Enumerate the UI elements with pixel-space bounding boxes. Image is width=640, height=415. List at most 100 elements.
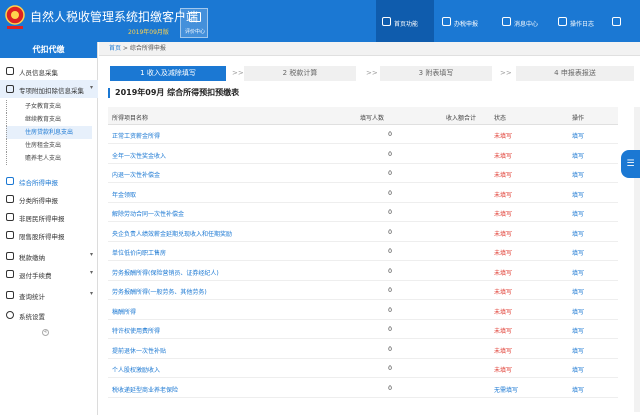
row-fill-link[interactable]: 填写 (572, 385, 584, 394)
nav-messages-label: 消息中心 (514, 21, 539, 28)
table-row: 特许权使用费所得 0 未填写 填写 (108, 320, 618, 339)
row-item-link[interactable]: 提前退休一次性补贴 (112, 346, 166, 355)
sidebar-item-personnel[interactable]: 人员信息采集 (0, 62, 98, 80)
nav-help[interactable] (606, 0, 640, 42)
sidebar-item-label: 系统设置 (19, 313, 45, 321)
row-status: 未填写 (494, 133, 513, 140)
row-count: 0 (388, 267, 392, 275)
sidebar-sub-children-education[interactable]: 子女教育支出 (6, 100, 92, 113)
row-count: 0 (388, 131, 392, 138)
sidebar-sub-elderly-support[interactable]: 赡养老人支出 (6, 152, 92, 165)
chevron-down-icon: ▾ (89, 251, 93, 258)
row-item-link[interactable]: 内退一次性补偿金 (112, 170, 160, 179)
row-status: 未填写 (494, 230, 513, 238)
table-row: 稿酬所得 0 未填写 填写 (108, 301, 618, 320)
sidebar-item-label: 税款缴纳 (19, 254, 45, 262)
stock-icon (6, 231, 14, 239)
app-title: 自然人税收管理系统扣缴客户端 (30, 10, 199, 24)
step-tax-calculation[interactable]: 2 税款计算 (244, 66, 356, 81)
row-fill-link[interactable]: 填写 (572, 151, 584, 160)
nav-log-label: 操作日志 (570, 21, 595, 28)
row-fill-link[interactable]: 填写 (572, 209, 584, 218)
table-row: 年金领取 0 未填写 填写 (108, 184, 618, 203)
monitor-icon (189, 12, 201, 22)
nav-messages[interactable]: 消息中心 (496, 0, 554, 42)
nav-declare-label: 办税申报 (454, 21, 479, 28)
breadcrumb: 首页 > 综合所得申报 (99, 42, 640, 56)
row-count: 0 (388, 365, 392, 372)
form-icon (6, 85, 14, 93)
row-count: 0 (388, 189, 392, 197)
row-fill-link[interactable]: 填写 (572, 346, 584, 355)
row-fill-link[interactable]: 填写 (572, 365, 584, 374)
row-item-link[interactable]: 劳务报酬所得(一般劳务、其他劳务) (112, 287, 207, 296)
nav-home-label: 首页功能 (394, 21, 419, 28)
row-count: 0 (388, 287, 392, 294)
table-row: 劳务报酬所得(保险营销员、证券经纪人) 0 未填写 填写 (108, 262, 618, 281)
row-item-link[interactable]: 央企负责人绩效薪金延期兑现收入和任期奖励 (112, 229, 232, 238)
row-fill-link[interactable]: 填写 (572, 190, 584, 199)
row-fill-link[interactable]: 填写 (572, 268, 584, 277)
top-header: 自然人税收管理系统扣缴客户端 2019年09月版 评价中心 首页功能 办税申报 … (0, 0, 640, 42)
row-fill-link[interactable]: 填写 (572, 131, 584, 140)
breadcrumb-separator: > (121, 45, 130, 52)
sidebar-item-special-deduction[interactable]: 专项附加扣除信息采集 ▾ (0, 80, 98, 98)
table-row: 劳务报酬所得(一般劳务、其他劳务) 0 未填写 填写 (108, 281, 618, 300)
collapse-sidebar-button[interactable]: « (42, 329, 49, 336)
row-fill-link[interactable]: 填写 (572, 229, 584, 238)
row-item-link[interactable]: 稿酬所得 (112, 307, 136, 316)
row-item-link[interactable]: 个人股权激励收入 (112, 365, 160, 374)
step-arrow: >> (366, 69, 378, 77)
row-fill-link[interactable]: 填写 (572, 170, 584, 179)
sidebar-item-nonresident[interactable]: 非居民所得申报 (0, 208, 98, 226)
row-item-link[interactable]: 解除劳动合同一次性补偿金 (112, 209, 184, 218)
calc-icon (6, 177, 14, 185)
home-icon (382, 17, 391, 26)
row-item-link[interactable]: 全年一次性奖金收入 (112, 151, 166, 160)
row-count: 0 (388, 209, 392, 216)
table-row: 单位低价向职工售房 0 未填写 填写 (108, 242, 618, 261)
sidebar-item-settings[interactable]: 系统设置 (0, 306, 98, 324)
chat-float-button[interactable]: ☰ (621, 150, 640, 178)
row-item-link[interactable]: 正常工资薪金所得 (112, 131, 160, 140)
row-item-link[interactable]: 劳务报酬所得(保险营销员、证券经纪人) (112, 268, 219, 277)
breadcrumb-current: 综合所得申报 (129, 45, 166, 52)
row-item-link[interactable]: 特许权使用费所得 (112, 326, 160, 335)
col-count: 填写人数 (360, 115, 385, 122)
nav-log[interactable]: 操作日志 (552, 0, 610, 42)
step-submit[interactable]: 4 申报表报送 (516, 66, 634, 81)
search-icon (6, 291, 14, 299)
nav-home[interactable]: 首页功能 (376, 0, 434, 42)
globe-icon (6, 213, 14, 221)
sidebar-item-query[interactable]: 查询统计 ▾ (0, 286, 98, 304)
row-fill-link[interactable]: 填写 (572, 287, 584, 296)
breadcrumb-home[interactable]: 首页 (109, 45, 121, 52)
sidebar-sub-continuing-education[interactable]: 继续教育支出 (6, 113, 92, 126)
sidebar-sub-housing-rent[interactable]: 住房租金支出 (6, 139, 92, 152)
sidebar-item-label: 限售股所得申报 (19, 233, 65, 241)
sidebar-sub-housing-loan[interactable]: 住房贷款利息支出 (6, 126, 92, 139)
sidebar-item-tax-payment[interactable]: 税款缴纳 ▾ (0, 247, 98, 265)
pay-icon (6, 252, 14, 260)
row-item-link[interactable]: 单位低价向职工售房 (112, 248, 166, 257)
row-count: 0 (388, 345, 392, 353)
sidebar-item-restricted-stock[interactable]: 限售股所得申报 (0, 226, 98, 244)
row-fill-link[interactable]: 填写 (572, 326, 584, 335)
help-icon (612, 17, 621, 26)
step-arrow: >> (500, 69, 512, 77)
row-status: 未填写 (494, 191, 513, 199)
row-fill-link[interactable]: 填写 (572, 307, 584, 316)
file-icon (442, 17, 451, 26)
nav-declare[interactable]: 办税申报 (436, 0, 494, 42)
row-item-link[interactable]: 年金领取 (112, 190, 136, 199)
sidebar-item-classified[interactable]: 分类所得申报 (0, 190, 98, 208)
sidebar-item-refund[interactable]: 退付手续费 ▾ (0, 265, 98, 283)
evaluation-center-button[interactable]: 评价中心 (180, 8, 208, 38)
doc-icon (6, 195, 14, 203)
row-fill-link[interactable]: 填写 (572, 248, 584, 257)
row-item-link[interactable]: 税收递延型商业养老保险 (112, 385, 178, 394)
step-income-fill[interactable]: 1 收入及减除填写 (110, 66, 226, 81)
sidebar-item-comprehensive[interactable]: 综合所得申报 (0, 172, 98, 190)
step-attachment-fill[interactable]: 3 附表填写 (380, 66, 492, 81)
row-status: 未填写 (494, 328, 513, 335)
